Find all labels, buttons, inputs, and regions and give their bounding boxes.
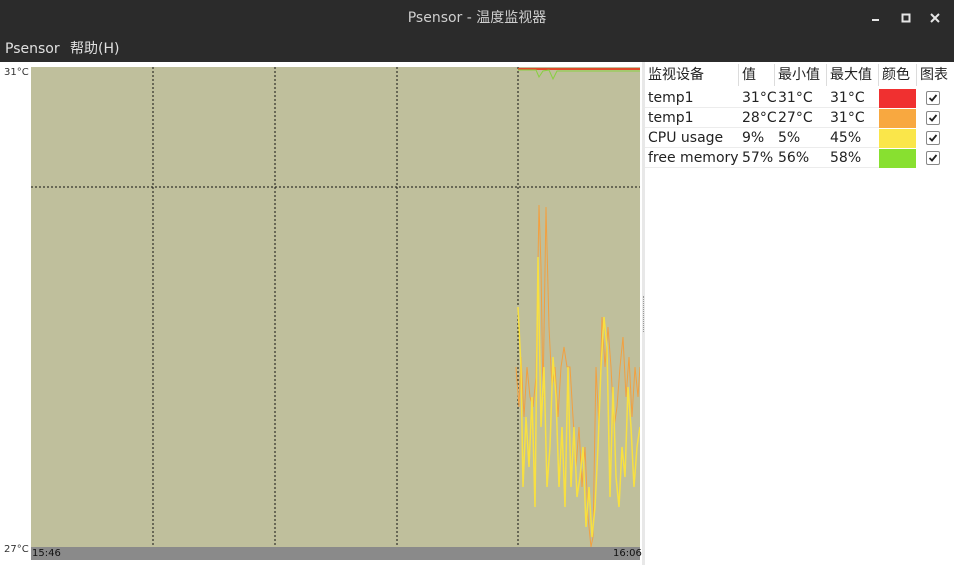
title-bar: Psensor - 温度监视器 [0,0,954,36]
graph-checkbox[interactable] [926,151,940,165]
series-line-free-memory [518,69,640,81]
minimize-button[interactable] [868,10,884,26]
minimize-icon [872,19,879,21]
graph-canvas [31,67,641,549]
header-max[interactable]: 最大值 [827,64,879,86]
table-row[interactable]: temp1 31°C 31°C 31°C [645,88,954,108]
color-swatch[interactable] [879,109,916,128]
cell-value: 9% [739,128,775,148]
cell-max: 31°C [827,108,879,128]
header-value[interactable]: 值 [739,64,775,86]
cell-min: 5% [775,128,827,148]
cell-max: 31°C [827,88,879,108]
header-color[interactable]: 颜色 [879,64,917,86]
cell-min: 56% [775,148,827,168]
graph-checkbox[interactable] [926,91,940,105]
header-min[interactable]: 最小值 [775,64,827,86]
header-sensor[interactable]: 监视设备 [645,64,739,86]
cell-name: free memory [645,148,739,168]
checkmark-icon [928,114,938,122]
cell-min: 27°C [775,108,827,128]
sensor-table: 监视设备 值 最小值 最大值 颜色 图表 temp1 31°C 31°C 31°… [645,62,954,565]
x-axis-start-label: 15:46 [32,548,61,559]
window-title: Psensor - 温度监视器 [407,10,547,26]
table-header: 监视设备 值 最小值 最大值 颜色 图表 [645,64,954,86]
cell-value: 31°C [739,88,777,108]
plot-area [31,67,641,549]
color-swatch[interactable] [879,149,916,168]
cell-name: CPU usage [645,128,739,148]
maximize-icon [901,13,911,23]
maximize-button[interactable] [898,10,914,26]
table-row[interactable]: free memory 57% 56% 58% [645,148,954,168]
checkmark-icon [928,134,938,142]
color-swatch[interactable] [879,129,916,148]
cell-max: 45% [827,128,879,148]
cell-value: 28°C [739,108,777,128]
cell-min: 31°C [775,88,827,108]
cell-value: 57% [739,148,775,168]
menu-help[interactable]: 帮助(H) [70,36,119,62]
menu-psensor[interactable]: Psensor [5,36,60,62]
close-button[interactable] [927,10,943,26]
y-axis-max-label: 31°C [4,67,29,78]
cell-name: temp1 [645,88,739,108]
graph-checkbox[interactable] [926,111,940,125]
series-line-cpu-usage [517,256,641,538]
x-axis-strip [31,547,640,560]
table-row[interactable]: CPU usage 9% 5% 45% [645,128,954,148]
header-graph[interactable]: 图表 [917,64,954,86]
checkmark-icon [928,94,938,102]
close-icon [930,13,940,23]
x-axis-end-label: 16:06 [613,548,642,559]
cell-max: 58% [827,148,879,168]
graph-panel: 31°C 27°C 15:46 16:06 [0,62,642,565]
graph-checkbox[interactable] [926,131,940,145]
checkmark-icon [928,154,938,162]
y-axis-min-label: 27°C [4,544,29,555]
cell-name: temp1 [645,108,739,128]
table-row[interactable]: temp1 28°C 27°C 31°C [645,108,954,128]
menu-bar: Psensor 帮助(H) [0,36,954,62]
color-swatch[interactable] [879,89,916,108]
